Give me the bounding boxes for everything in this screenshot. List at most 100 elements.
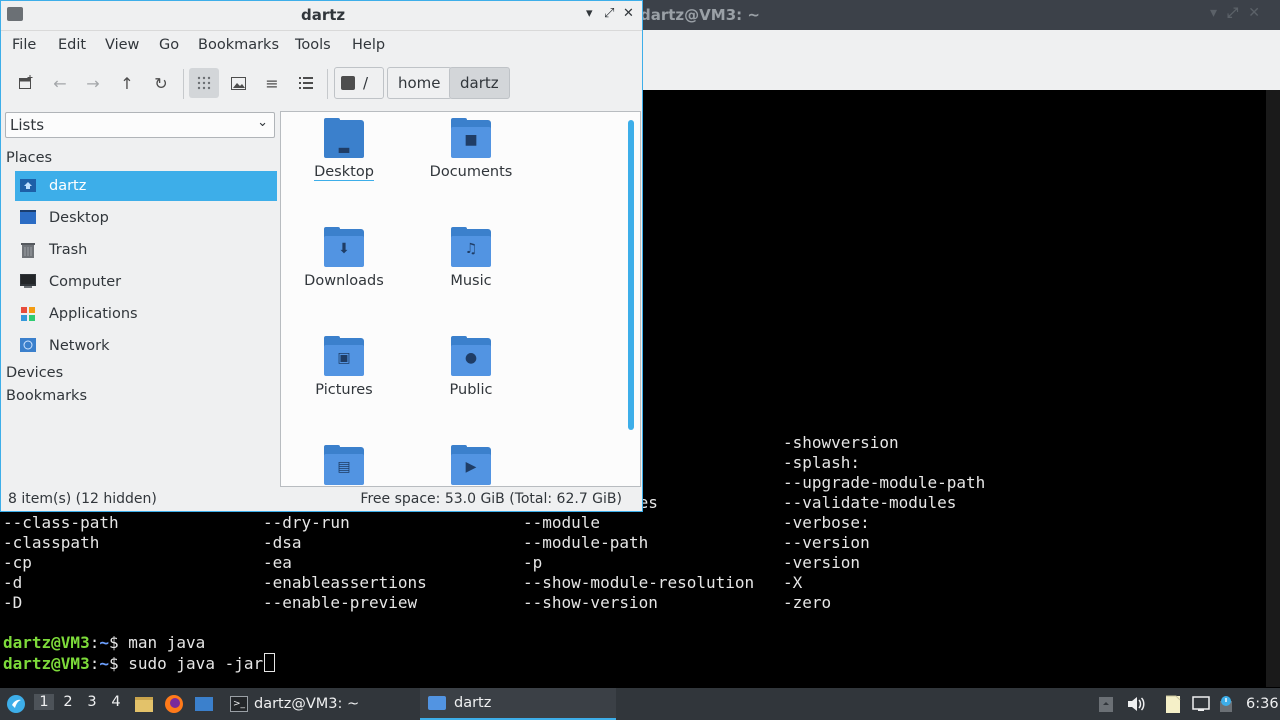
file-item-pictures[interactable]: ▣ Pictures [284,336,404,398]
clipboard-icon[interactable] [1098,688,1114,720]
sidebar-item-desktop[interactable]: Desktop [15,203,277,233]
sidebar-item-network[interactable]: Network [15,331,277,361]
prompt-symbol: $ [108,633,129,652]
completion-option: --show-version [523,593,658,612]
command-input: sudo java -jar [128,654,264,673]
completion-option: -zero [783,593,832,612]
terminal-scrollbar[interactable] [1266,90,1280,687]
workspace-1[interactable]: 1 [34,694,54,710]
file-view-scrollbar[interactable] [628,120,634,430]
notes-icon[interactable] [1164,688,1182,720]
devices-heading[interactable]: Devices [6,365,63,381]
workspace-2[interactable]: 2 [58,694,78,710]
network-status-icon[interactable] [1192,688,1210,720]
update-notifier-icon[interactable] [1218,688,1234,720]
sidebar-item-computer[interactable]: Computer [15,267,277,297]
bookmarks-heading[interactable]: Bookmarks [6,388,87,404]
folder-icon [428,696,446,710]
file-item-templates[interactable]: ▤ [284,445,404,486]
prompt-dir: ~ [99,654,109,673]
prompt-separator: : [89,633,100,652]
sidebar-item-applications[interactable]: Applications [15,299,277,329]
completion-option: --class-path [3,513,119,532]
chevron-down-icon: ⌄ [257,115,268,130]
completion-option: --dry-run [263,513,350,532]
prompt-user: dartz@VM3 [3,654,90,673]
completion-option: --validate-modules [783,493,957,512]
text-cursor [264,653,276,672]
file-item-desktop[interactable]: ▬ Desktop [284,118,404,181]
downloads-folder-icon: ⬇ [324,227,364,267]
file-item-music[interactable]: ♫ Music [411,227,531,289]
places-heading[interactable]: Places [6,150,52,166]
compact-view-icon[interactable]: ≡ [257,68,287,98]
prompt-user: dartz@VM3 [3,633,90,652]
drive-icon [341,76,355,90]
fm-toolbar: ← → ↑ ↻ ≡ / home dartz [1,63,642,107]
menu-bookmarks[interactable]: Bookmarks [198,37,279,53]
completion-option: -showversion [783,433,899,452]
terminal-window-controls[interactable]: ▾⤢✕ [1210,5,1270,21]
detailed-list-icon[interactable] [291,68,321,98]
network-icon [19,337,37,355]
maximize-button[interactable]: ⤢ [604,6,614,21]
up-icon[interactable]: ↑ [112,68,142,98]
sidebar-item-trash[interactable]: Trash [15,235,277,265]
completion-option: -ea [263,553,292,572]
completion-option: --module [523,513,601,532]
icon-view-icon[interactable] [189,68,219,98]
terminal-icon: >_ [230,696,248,712]
breadcrumb-current[interactable]: dartz [449,67,510,99]
trash-icon [19,241,37,259]
command-text: man java [128,633,206,652]
show-desktop-icon[interactable] [194,688,214,720]
templates-folder-icon: ▤ [324,445,364,485]
completion-option: --show-module-resolution [523,573,755,592]
completion-option: -version [783,553,861,572]
volume-icon[interactable] [1126,688,1146,720]
file-view[interactable]: ▬ Desktop ■ Documents ⬇ Downloads ♫ Musi… [280,111,641,487]
documents-folder-icon: ■ [451,118,491,158]
fm-titlebar[interactable]: dartz ▾ ⤢ ✕ [1,1,642,31]
desktop-folder-icon: ▬ [324,118,364,158]
public-folder-icon: ● [451,336,491,376]
side-pane-mode-select[interactable]: Lists ⌄ [5,112,275,138]
menu-edit[interactable]: Edit [58,37,86,53]
file-manager-window: dartz ▾ ⤢ ✕ File Edit View Go Bookmarks … [0,0,643,512]
task-terminal[interactable]: >_ dartz@VM3: ~ [222,688,418,720]
close-button[interactable]: ✕ [623,6,634,21]
workspace-4[interactable]: 4 [106,694,126,710]
forward-icon[interactable]: → [78,68,108,98]
menu-file[interactable]: File [12,37,36,53]
menu-tools[interactable]: Tools [295,37,331,53]
thumbnail-view-icon[interactable] [223,68,253,98]
applications-icon [19,305,37,323]
start-menu-icon[interactable] [6,688,26,720]
task-file-manager[interactable]: dartz [420,688,616,720]
clock[interactable]: 6:36 [1246,688,1279,720]
workspace-3[interactable]: 3 [82,694,102,710]
breadcrumb-home[interactable]: home [387,67,452,99]
sidebar-item-home[interactable]: dartz [15,171,277,201]
firefox-icon[interactable] [164,688,184,720]
menu-help[interactable]: Help [352,37,385,53]
file-item-downloads[interactable]: ⬇ Downloads [284,227,404,289]
new-tab-icon[interactable] [11,68,41,98]
back-icon[interactable]: ← [45,68,75,98]
breadcrumb-root[interactable]: / [334,67,384,99]
menu-view[interactable]: View [105,37,139,53]
file-item-public[interactable]: ● Public [411,336,531,398]
menu-go[interactable]: Go [159,37,179,53]
prompt-dir: ~ [99,633,109,652]
prompt-line-2[interactable]: dartz@VM3:~$ sudo java -jar [3,653,276,673]
prompt-line-1: dartz@VM3:~$ man java [3,633,205,653]
minimize-button[interactable]: ▾ [586,6,593,21]
file-item-documents[interactable]: ■ Documents [411,118,531,180]
completion-option: -enableassertions [263,573,427,592]
file-manager-launcher-icon[interactable] [134,688,154,720]
fm-title: dartz [301,6,346,24]
completion-option: -p [523,553,543,572]
taskbar: 1 2 3 4 >_ dartz@VM3: ~ dartz 6:36 [0,688,1280,720]
file-item-videos[interactable]: ▶ [411,445,531,486]
reload-icon[interactable]: ↻ [146,68,176,98]
